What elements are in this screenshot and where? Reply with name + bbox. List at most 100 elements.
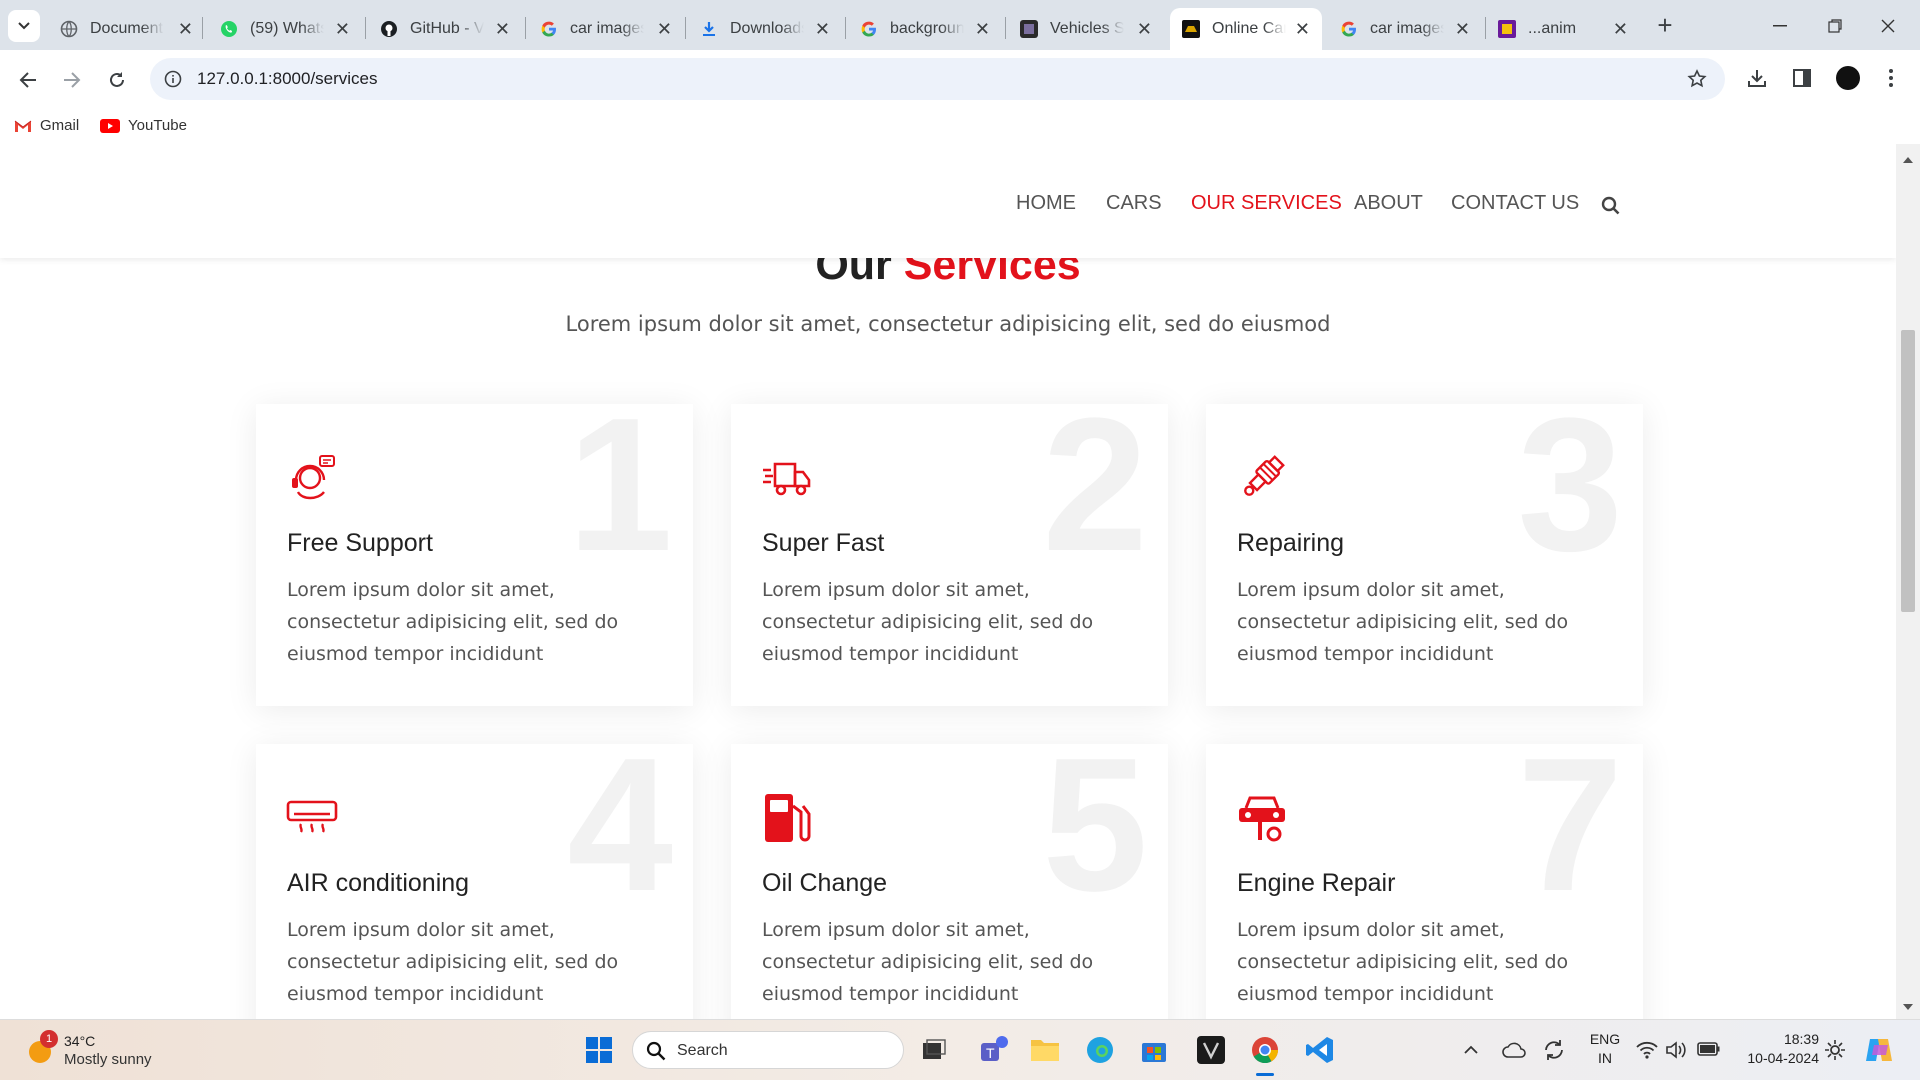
search-icon[interactable]	[1601, 196, 1620, 215]
close-tab-icon[interactable]: ✕	[1137, 19, 1152, 40]
tab-whatsapp[interactable]: (59) WhatsApp ✕	[220, 8, 350, 50]
fuel-pump-icon	[765, 794, 811, 842]
task-view-icon	[923, 1039, 946, 1059]
app-button[interactable]	[1195, 1034, 1227, 1066]
forward-button[interactable]	[56, 64, 88, 96]
volume-icon[interactable]	[1665, 1041, 1687, 1059]
new-tab-button[interactable]: +	[1650, 10, 1680, 40]
search-label: Search	[677, 1042, 728, 1059]
scroll-up-arrow-icon[interactable]	[1903, 156, 1913, 163]
cloud-icon[interactable]	[1502, 1042, 1526, 1058]
store-icon	[1142, 1043, 1166, 1062]
url-text[interactable]: 127.0.0.1:8000/services	[197, 69, 378, 89]
card-number: 2	[1042, 404, 1148, 591]
chevron-up-icon[interactable]	[1464, 1044, 1478, 1054]
air-conditioner-icon	[286, 800, 338, 833]
battery-icon[interactable]	[1697, 1042, 1721, 1056]
tab-document[interactable]: Document ✕	[60, 8, 193, 50]
clock-time: 18:39	[1783, 1031, 1819, 1047]
close-tab-icon[interactable]: ✕	[657, 19, 672, 40]
task-view-button[interactable]	[918, 1034, 950, 1066]
copilot-icon[interactable]	[1864, 1035, 1894, 1065]
bookmark-youtube[interactable]: YouTube	[100, 117, 187, 134]
notification-settings-icon[interactable]	[1824, 1039, 1846, 1061]
windows-taskbar: 1 34°C Mostly sunny Search T ENG IN 18:3…	[0, 1019, 1920, 1080]
nav-our-services[interactable]: OUR SERVICES	[1191, 192, 1342, 215]
close-tab-icon[interactable]: ✕	[975, 19, 990, 40]
close-tab-icon[interactable]: ✕	[335, 19, 350, 40]
tab-github[interactable]: GitHub - V ✕	[380, 8, 510, 50]
site-info-icon[interactable]	[164, 70, 182, 88]
tab-search-dropdown[interactable]	[8, 10, 40, 42]
service-card[interactable]: 5 Oil Change Lorem ipsum dolor sit amet,…	[731, 744, 1168, 1019]
downloads-icon[interactable]	[1747, 68, 1767, 88]
store-button[interactable]	[1138, 1034, 1170, 1066]
teams-icon: T	[981, 1036, 1008, 1061]
reload-button[interactable]	[101, 64, 133, 96]
bookmark-gmail[interactable]: Gmail	[14, 117, 79, 134]
restore-button[interactable]	[1815, 14, 1855, 38]
card-number: 5	[1042, 744, 1148, 931]
close-tab-icon[interactable]: ✕	[1455, 19, 1470, 40]
tab-background[interactable]: background ✕	[860, 8, 990, 50]
service-card[interactable]: 2 Super Fast Lorem ipsum dolor sit amet,…	[731, 404, 1168, 706]
support-agent-icon	[292, 455, 335, 500]
card-description: Lorem ipsum dolor sit amet, consectetur …	[287, 919, 619, 1005]
tab-title: background	[890, 20, 964, 37]
weather-widget[interactable]: 1 34°C Mostly sunny	[26, 1030, 176, 1072]
start-button[interactable]	[583, 1034, 615, 1066]
taskbar-search[interactable]: Search	[632, 1031, 904, 1069]
vscode-icon	[1306, 1037, 1333, 1063]
tab-online-car[interactable]: Online Car ✕	[1170, 8, 1322, 50]
chrome-button[interactable]	[1249, 1034, 1281, 1066]
nav-cars[interactable]: CARS	[1106, 192, 1162, 215]
nav-contact-us[interactable]: CONTACT US	[1451, 192, 1579, 215]
scroll-down-arrow-icon[interactable]	[1903, 1004, 1913, 1011]
google-icon	[860, 20, 878, 38]
close-tab-icon[interactable]: ✕	[815, 19, 830, 40]
service-card[interactable]: 4 AIR conditioning Lorem ipsum dolor sit…	[256, 744, 693, 1019]
scrollbar-thumb[interactable]	[1901, 330, 1915, 612]
page-scrollbar[interactable]	[1896, 144, 1920, 1019]
tab-title: ...anim	[1528, 20, 1577, 37]
service-card[interactable]: 7 Engine Repair Lorem ipsum dolor sit am…	[1206, 744, 1643, 1019]
bookmark-label: Gmail	[40, 117, 80, 134]
vscode-button[interactable]	[1304, 1034, 1336, 1066]
address-bar[interactable]: 127.0.0.1:8000/services	[150, 58, 1725, 100]
close-tab-icon[interactable]: ✕	[1613, 19, 1628, 40]
minimize-button[interactable]	[1760, 14, 1800, 38]
bookmark-star-icon[interactable]	[1687, 69, 1707, 89]
tab-car-images-2[interactable]: car images ✕	[1340, 8, 1470, 50]
side-panel-icon[interactable]	[1792, 68, 1812, 88]
close-window-button[interactable]	[1868, 14, 1908, 38]
more-options-icon[interactable]	[1888, 68, 1894, 88]
fast-truck-icon	[763, 462, 811, 496]
service-card[interactable]: 3 Repairing Lorem ipsum dolor sit amet, …	[1206, 404, 1643, 706]
close-tab-icon[interactable]: ✕	[495, 19, 510, 40]
sync-icon[interactable]	[1542, 1038, 1566, 1062]
notification-badge: 1	[40, 1030, 58, 1048]
file-explorer-button[interactable]	[1029, 1034, 1061, 1066]
tab-vehicles[interactable]: Vehicles Sp ✕	[1020, 8, 1152, 50]
close-tab-icon[interactable]: ✕	[1295, 19, 1310, 40]
card-description: Lorem ipsum dolor sit amet, consectetur …	[762, 919, 1094, 1005]
tab-anim[interactable]: ...anim ✕	[1498, 8, 1628, 50]
edge-button[interactable]	[1084, 1034, 1116, 1066]
globe-icon	[60, 20, 78, 38]
tab-title: car images	[570, 20, 644, 37]
card-title: Free Support	[287, 529, 433, 557]
svg-text:T: T	[986, 1045, 995, 1061]
close-tab-icon[interactable]: ✕	[178, 19, 193, 40]
tab-downloads[interactable]: Downloads ✕	[700, 8, 830, 50]
language-indicator[interactable]: ENG IN	[1585, 1030, 1625, 1068]
nav-home[interactable]: HOME	[1016, 192, 1076, 215]
wifi-icon[interactable]	[1636, 1041, 1658, 1059]
clock[interactable]: 18:39 10-04-2024	[1735, 1030, 1819, 1068]
teams-button[interactable]: T	[977, 1034, 1009, 1066]
service-card[interactable]: 1 Free Support Lorem ipsum dolor sit ame…	[256, 404, 693, 706]
browser-tab-bar: Document ✕ (59) WhatsApp ✕ GitHub - V ✕ …	[0, 0, 1920, 50]
tab-car-images[interactable]: car images ✕	[540, 8, 672, 50]
profile-avatar[interactable]	[1836, 66, 1860, 90]
nav-about[interactable]: ABOUT	[1354, 192, 1423, 215]
back-button[interactable]	[12, 64, 44, 96]
